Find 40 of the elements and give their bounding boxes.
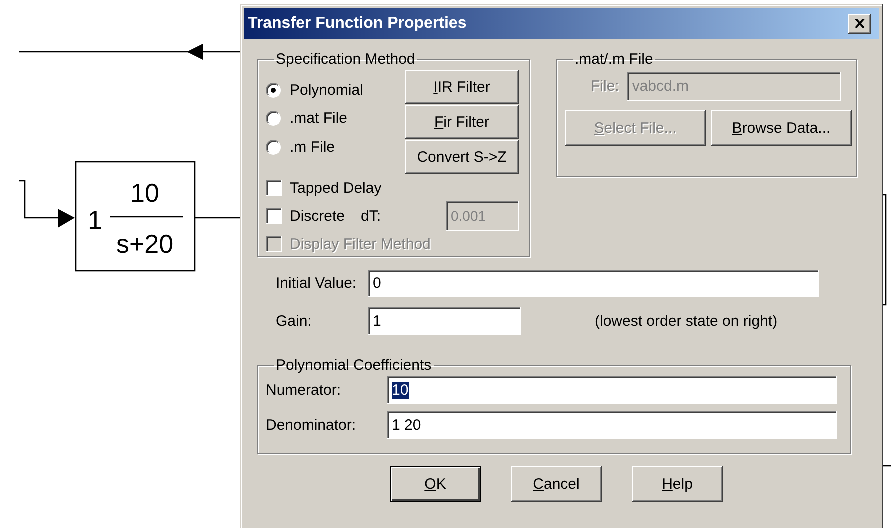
input-field[interactable]: 10 xyxy=(387,376,837,404)
group-title: Polynomial Coefficients xyxy=(275,357,433,374)
radio-option[interactable]: Polynomial xyxy=(266,76,364,104)
radio-button[interactable] xyxy=(266,82,281,98)
input-field[interactable]: 1 xyxy=(368,307,521,335)
group-title: Specification Method xyxy=(275,51,416,68)
input-field[interactable]: 1 20 xyxy=(387,411,837,439)
dialog-button[interactable]: Help xyxy=(632,466,723,502)
filter-button[interactable]: IIR Filter xyxy=(405,70,519,104)
dialog-button[interactable]: OK xyxy=(390,466,481,502)
field-value: 10 xyxy=(392,382,409,398)
filter-button[interactable]: Fir Filter xyxy=(405,105,519,139)
field-value: 1 20 xyxy=(392,416,422,434)
close-icon xyxy=(854,19,864,28)
signal-arrow xyxy=(19,180,75,228)
radio-option[interactable]: .m File xyxy=(266,133,364,162)
field-label: dT: xyxy=(361,208,382,224)
checkbox-option[interactable]: Tapped Delay xyxy=(266,180,382,196)
block-denominator: s+20 xyxy=(116,229,174,259)
signal-line xyxy=(195,217,240,219)
checkbox-option[interactable]: Discrete xyxy=(266,208,346,224)
field-label: Initial Value: xyxy=(275,275,358,292)
close-button[interactable] xyxy=(848,14,871,34)
block-numerator: 10 xyxy=(130,178,160,208)
window-title: Transfer Function Properties xyxy=(248,14,467,32)
hint-text: (lowest order state on right) xyxy=(595,312,778,330)
block-gain: 1 xyxy=(88,205,102,235)
field-label: Numerator: xyxy=(266,382,342,398)
filter-button[interactable]: Convert S->Z xyxy=(405,140,519,174)
dialog-button[interactable]: Cancel xyxy=(511,466,602,502)
group-title: .mat/.m File xyxy=(574,51,654,68)
field-label: File: xyxy=(591,78,620,95)
input-field[interactable]: 0 xyxy=(368,270,819,297)
radio-button[interactable] xyxy=(266,111,281,126)
checkbox[interactable] xyxy=(266,208,282,224)
radio-button[interactable] xyxy=(266,140,281,155)
field-label: Gain: xyxy=(275,312,313,330)
field-label: Denominator: xyxy=(266,416,358,434)
checkbox[interactable] xyxy=(266,180,282,196)
radio-option[interactable]: .mat File xyxy=(266,104,364,133)
